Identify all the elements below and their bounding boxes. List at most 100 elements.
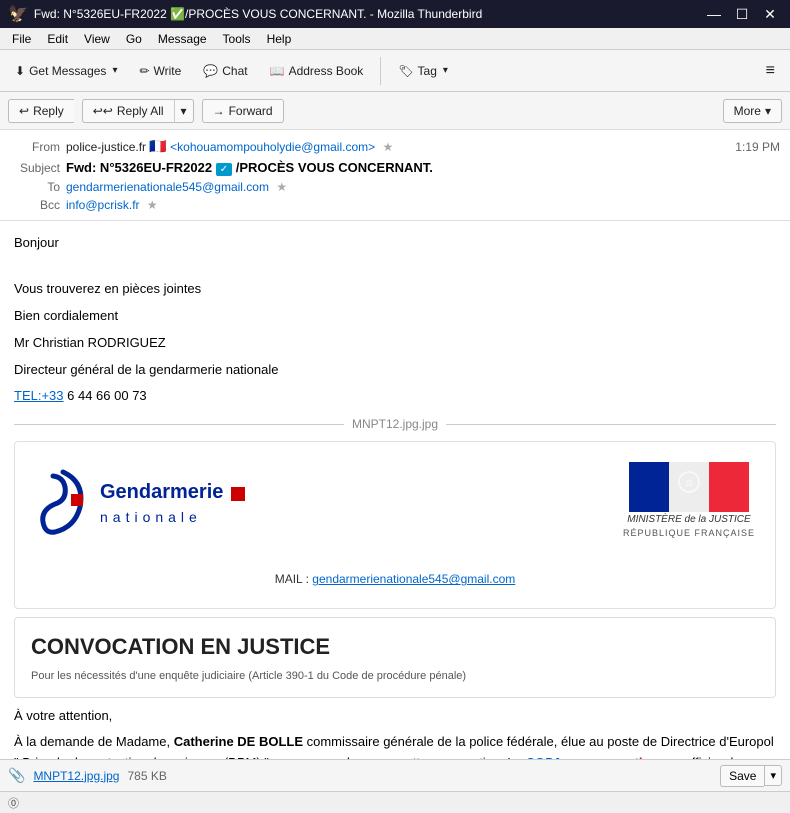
reply-all-button[interactable]: ↩↩ Reply All	[82, 99, 174, 123]
subject-label: Subject	[10, 161, 60, 175]
to-star-icon[interactable]: ★	[276, 180, 287, 194]
menu-icon-button[interactable]: ≡	[757, 57, 784, 85]
mail-link[interactable]: gendarmerienationale545@gmail.com	[312, 572, 515, 586]
menu-message[interactable]: Message	[150, 30, 215, 48]
reply-toolbar: ↩ Reply ↩↩ Reply All ▾ → Forward More ▾	[0, 92, 790, 130]
tag-icon: 🏷	[398, 64, 413, 78]
convocation-box: CONVOCATION EN JUSTICE Pour les nécessit…	[14, 617, 776, 697]
to-label: To	[10, 180, 60, 194]
to-row: To gendarmerienationale545@gmail.com ★	[10, 178, 780, 196]
ministry-text-line1: MINISTÈRE de la JUSTICE	[627, 512, 750, 527]
minimize-button[interactable]: —	[702, 5, 726, 23]
titlebar: 🦅 Fwd: N°5326EU-FR2022 ✅/PROCÈS VOUS CON…	[0, 0, 790, 28]
person-name: Catherine DE BOLLE	[174, 734, 303, 749]
from-value: police-justice.fr 🇫🇷 <kohouamompouholydi…	[66, 138, 729, 155]
reply-button-group: ↩ Reply	[8, 99, 74, 123]
attachment-bar: 📎 MNPT12.jpg.jpg 785 KB Save ▾	[0, 759, 790, 791]
reply-all-icon: ↩↩	[93, 104, 113, 118]
from-label: From	[10, 140, 60, 154]
tel-number: 6 44 66 00 73	[67, 388, 147, 403]
subject-value: Fwd: N°5326EU-FR2022 ✓ /PROCÈS VOUS CONC…	[66, 160, 780, 175]
to-value: gendarmerienationale545@gmail.com ★	[66, 180, 780, 194]
window-controls: — ☐ ✕	[702, 5, 782, 23]
forward-button[interactable]: → Forward	[202, 99, 284, 123]
bcc-label: Bcc	[10, 198, 60, 212]
forward-icon: →	[213, 104, 225, 118]
email-body: Bonjour Vous trouverez en pièces jointes…	[0, 221, 790, 759]
more-button[interactable]: More ▾	[723, 99, 782, 123]
sender-name: police-justice.fr 🇫🇷	[66, 140, 167, 154]
app-icon: 🦅	[8, 4, 28, 24]
body-line3: Mr Christian RODRIGUEZ	[14, 333, 776, 354]
attachment-filename: MNPT12.jpg.jpg	[352, 415, 438, 433]
svg-text:⚖: ⚖	[685, 478, 693, 488]
address-book-button[interactable]: 📖 Address Book	[261, 59, 373, 83]
tag-button[interactable]: 🏷 Tag ▾	[389, 59, 457, 83]
ministry-emblem-icon: ⚖	[629, 462, 749, 512]
gendarmerie-text-block: Gendarmerie nationale	[100, 477, 245, 528]
from-row: From police-justice.fr 🇫🇷 <kohouamompouh…	[10, 136, 780, 157]
red-square-icon	[231, 487, 245, 501]
reply-all-dropdown[interactable]: ▾	[174, 99, 194, 123]
ministry-flag-icons: ⚖	[629, 462, 749, 512]
close-button[interactable]: ✕	[758, 5, 782, 23]
nationale-text: nationale	[100, 509, 202, 525]
menu-go[interactable]: Go	[118, 30, 150, 48]
email-time: 1:19 PM	[735, 140, 780, 154]
reply-all-button-group: ↩↩ Reply All ▾	[82, 99, 194, 123]
maximize-button[interactable]: ☐	[730, 5, 754, 23]
menu-view[interactable]: View	[76, 30, 118, 48]
bcc-row: Bcc info@pcrisk.fr ★	[10, 196, 780, 214]
get-messages-dropdown-arrow[interactable]: ▾	[112, 65, 117, 76]
gendarmerie-name: Gendarmerie	[100, 481, 223, 503]
greeting-text: Bonjour	[14, 233, 776, 254]
bcc-star-icon[interactable]: ★	[147, 198, 158, 212]
save-button[interactable]: Save	[720, 765, 764, 787]
sender-email: <kohouamompouholydie@gmail.com>	[170, 140, 375, 154]
body-line4: Directeur général de la gendarmerie nati…	[14, 360, 776, 381]
attachment-divider: MNPT12.jpg.jpg	[14, 415, 776, 433]
bcc-address: info@pcrisk.fr	[66, 198, 140, 212]
main-toolbar: ⬇ Get Messages ▾ ✏ Write 💬 Chat 📖 Addres…	[0, 50, 790, 92]
get-messages-button[interactable]: ⬇ Get Messages ▾	[6, 59, 126, 83]
tag-dropdown-arrow[interactable]: ▾	[443, 65, 448, 76]
copj-link[interactable]: COPJ	[525, 755, 560, 759]
more-dropdown-arrow: ▾	[765, 104, 771, 118]
demand-text1: À la demande de Madame,	[14, 734, 174, 749]
menu-edit[interactable]: Edit	[39, 30, 76, 48]
menu-tools[interactable]: Tools	[215, 30, 259, 48]
ministry-logo: ⚖ MINISTÈRE de la JUSTICE RÉPUBLIQUE FRA…	[623, 462, 755, 541]
attachment-filename[interactable]: MNPT12.jpg.jpg	[33, 769, 119, 783]
menu-file[interactable]: File	[4, 30, 39, 48]
addressbook-icon: 📖	[270, 64, 285, 78]
tel-link[interactable]: TEL:+33	[14, 388, 64, 403]
convocation-title: CONVOCATION EN JUSTICE	[31, 630, 759, 663]
mail-label: MAIL :	[275, 572, 309, 586]
star-icon[interactable]: ★	[382, 140, 393, 154]
body-line2: Bien cordialement	[14, 306, 776, 327]
attachment-size: 785 KB	[127, 769, 166, 783]
convocation-subtitle: Pour les nécessités d'une enquête judici…	[31, 669, 759, 684]
mail-info: MAIL : gendarmerienationale545@gmail.com	[275, 570, 516, 588]
attachment-image-container: Gendarmerie nationale	[14, 441, 776, 609]
chat-button[interactable]: 💬 Chat	[194, 59, 256, 83]
to-address: gendarmerienationale545@gmail.com	[66, 180, 269, 194]
demand-paragraph: À la demande de Madame, Catherine DE BOL…	[14, 732, 776, 759]
menu-help[interactable]: Help	[259, 30, 300, 48]
tel-line: TEL:+33 6 44 66 00 73	[14, 386, 776, 407]
toolbar-separator	[380, 57, 381, 85]
subject-row: Subject Fwd: N°5326EU-FR2022 ✓ /PROCÈS V…	[10, 157, 780, 178]
menubar: File Edit View Go Message Tools Help	[0, 28, 790, 50]
email-body-wrapper[interactable]: Bonjour Vous trouverez en pièces jointes…	[0, 221, 790, 759]
download-icon: ⬇	[15, 64, 25, 78]
write-button[interactable]: ✏ Write	[130, 59, 190, 83]
status-icon: ⓪	[8, 795, 19, 811]
body-line1: Vous trouverez en pièces jointes	[14, 279, 776, 300]
bcc-value: info@pcrisk.fr ★	[66, 198, 780, 212]
email-header: From police-justice.fr 🇫🇷 <kohouamompouh…	[0, 130, 790, 221]
convocation-link[interactable]: convocation	[582, 755, 659, 759]
pencil-icon: ✏	[139, 64, 149, 78]
reply-button[interactable]: ↩ Reply	[8, 99, 74, 123]
ministry-text-line2: RÉPUBLIQUE FRANÇAISE	[623, 527, 755, 541]
save-dropdown-button[interactable]: ▾	[764, 765, 782, 786]
